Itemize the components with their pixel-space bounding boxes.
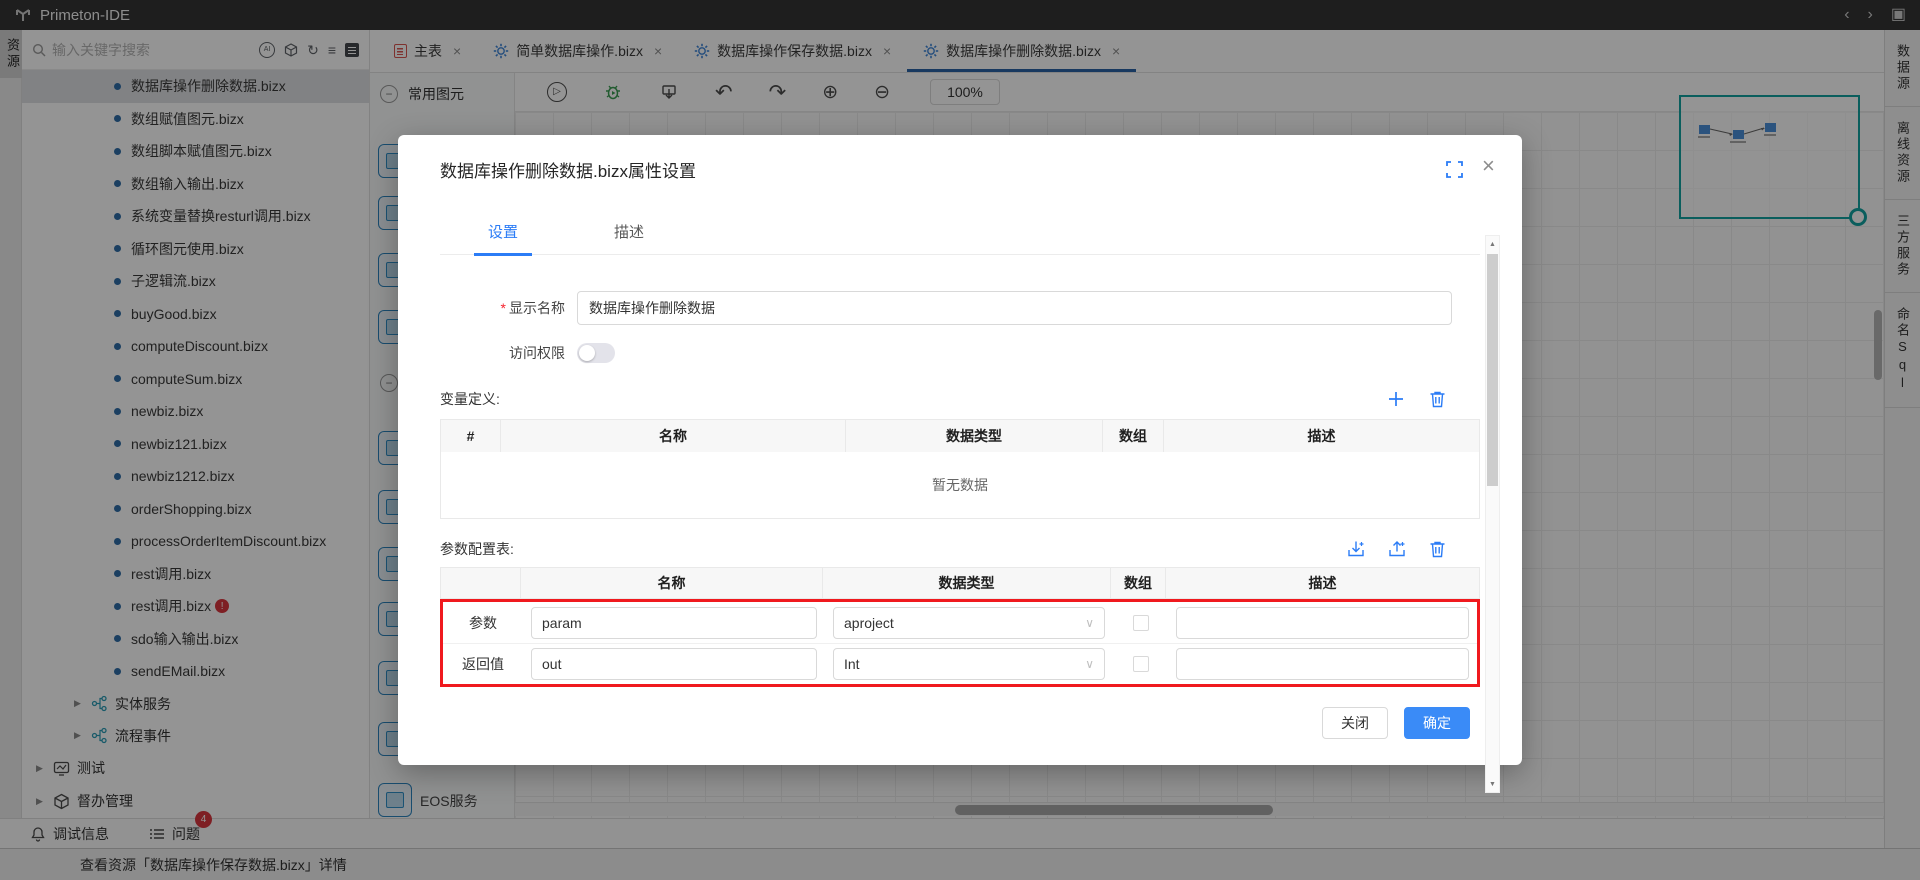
col-header: 数据类型 [846, 420, 1103, 452]
delete-variable-icon[interactable] [1429, 390, 1446, 408]
col-header: 名称 [501, 420, 846, 452]
display-name-field[interactable] [577, 291, 1452, 325]
close-icon[interactable]: × [1482, 153, 1495, 179]
param-name-field[interactable] [531, 606, 817, 639]
dialog-scrollbar[interactable]: ▲ ▼ [1485, 235, 1500, 793]
col-header: 数组 [1111, 568, 1166, 598]
display-name-row: * 显示名称 [440, 291, 1480, 325]
dialog-tab-description[interactable]: 描述 [614, 221, 644, 254]
variable-section-label: 变量定义: [440, 391, 500, 407]
ok-button[interactable]: 确定 [1404, 707, 1470, 739]
param-name-field[interactable] [531, 648, 817, 680]
highlighted-param-rows: 参数 aproject∨ 返回值 Int∨ [440, 599, 1480, 687]
dialog-footer: 关闭 确定 [1322, 707, 1470, 739]
dialog-body: *显示名称 访问权限 变量定义: [440, 267, 1480, 687]
param-desc-field[interactable] [1176, 648, 1469, 680]
param-type-select[interactable]: Int ∨ [833, 648, 1105, 680]
param-row-label: 返回值 [462, 656, 504, 672]
param-row: 参数 aproject∨ [443, 602, 1477, 643]
access-toggle[interactable] [577, 343, 615, 363]
properties-dialog: 数据库操作删除数据.bizx属性设置 × 设置 描述 *显示名称 访问权限 变量… [398, 135, 1522, 793]
col-header: 描述 [1308, 575, 1337, 591]
param-section-label: 参数配置表: [440, 541, 514, 557]
col-header: 数据类型 [823, 568, 1111, 598]
dialog-tabs: 设置 描述 [440, 221, 1480, 256]
col-header: 数组 [1103, 420, 1164, 452]
access-label: 访问权限 [509, 345, 565, 361]
param-section-row: 参数配置表: [440, 539, 1480, 559]
access-row: 访问权限 [440, 343, 1480, 363]
scroll-down-icon[interactable]: ▼ [1486, 776, 1499, 792]
delete-param-icon[interactable] [1429, 540, 1446, 558]
variable-table: # 名称 数据类型 数组 描述 暂无数据 [440, 419, 1480, 519]
variable-section-row: 变量定义: [440, 389, 1480, 409]
param-type-select[interactable]: aproject ∨ [833, 606, 1105, 639]
add-variable-icon[interactable] [1387, 390, 1405, 408]
dialog-title: 数据库操作删除数据.bizx属性设置 [440, 162, 696, 181]
col-header [441, 568, 521, 598]
dialog-tab-settings[interactable]: 设置 [473, 221, 533, 256]
col-header: 名称 [521, 568, 823, 598]
chevron-down-icon: ∨ [1085, 615, 1094, 630]
required-asterisk: * [500, 300, 506, 316]
scrollbar-thumb[interactable] [1487, 254, 1498, 486]
display-name-label: 显示名称 [509, 300, 565, 316]
param-array-checkbox[interactable] [1132, 656, 1149, 672]
import-params-icon[interactable] [1347, 540, 1366, 558]
app-root: Primeton-IDE ‹ › ▣ 资源 AI ↻ ≡ [0, 0, 1920, 880]
col-header: # [441, 420, 501, 452]
empty-table-message: 暂无数据 [441, 452, 1479, 518]
close-button[interactable]: 关闭 [1322, 707, 1388, 739]
scroll-up-icon[interactable]: ▲ [1486, 236, 1499, 252]
param-array-checkbox[interactable] [1132, 614, 1149, 631]
param-table: 名称 数据类型 数组 描述 参数 aproject∨ 返回值 [440, 567, 1480, 687]
chevron-down-icon: ∨ [1085, 657, 1094, 671]
param-row: 返回值 Int∨ [443, 643, 1477, 684]
param-desc-field[interactable] [1176, 606, 1469, 639]
export-params-icon[interactable] [1388, 540, 1407, 558]
col-header: 描述 [1307, 428, 1336, 444]
fullscreen-icon[interactable] [1446, 161, 1463, 178]
param-row-label: 参数 [469, 614, 497, 631]
